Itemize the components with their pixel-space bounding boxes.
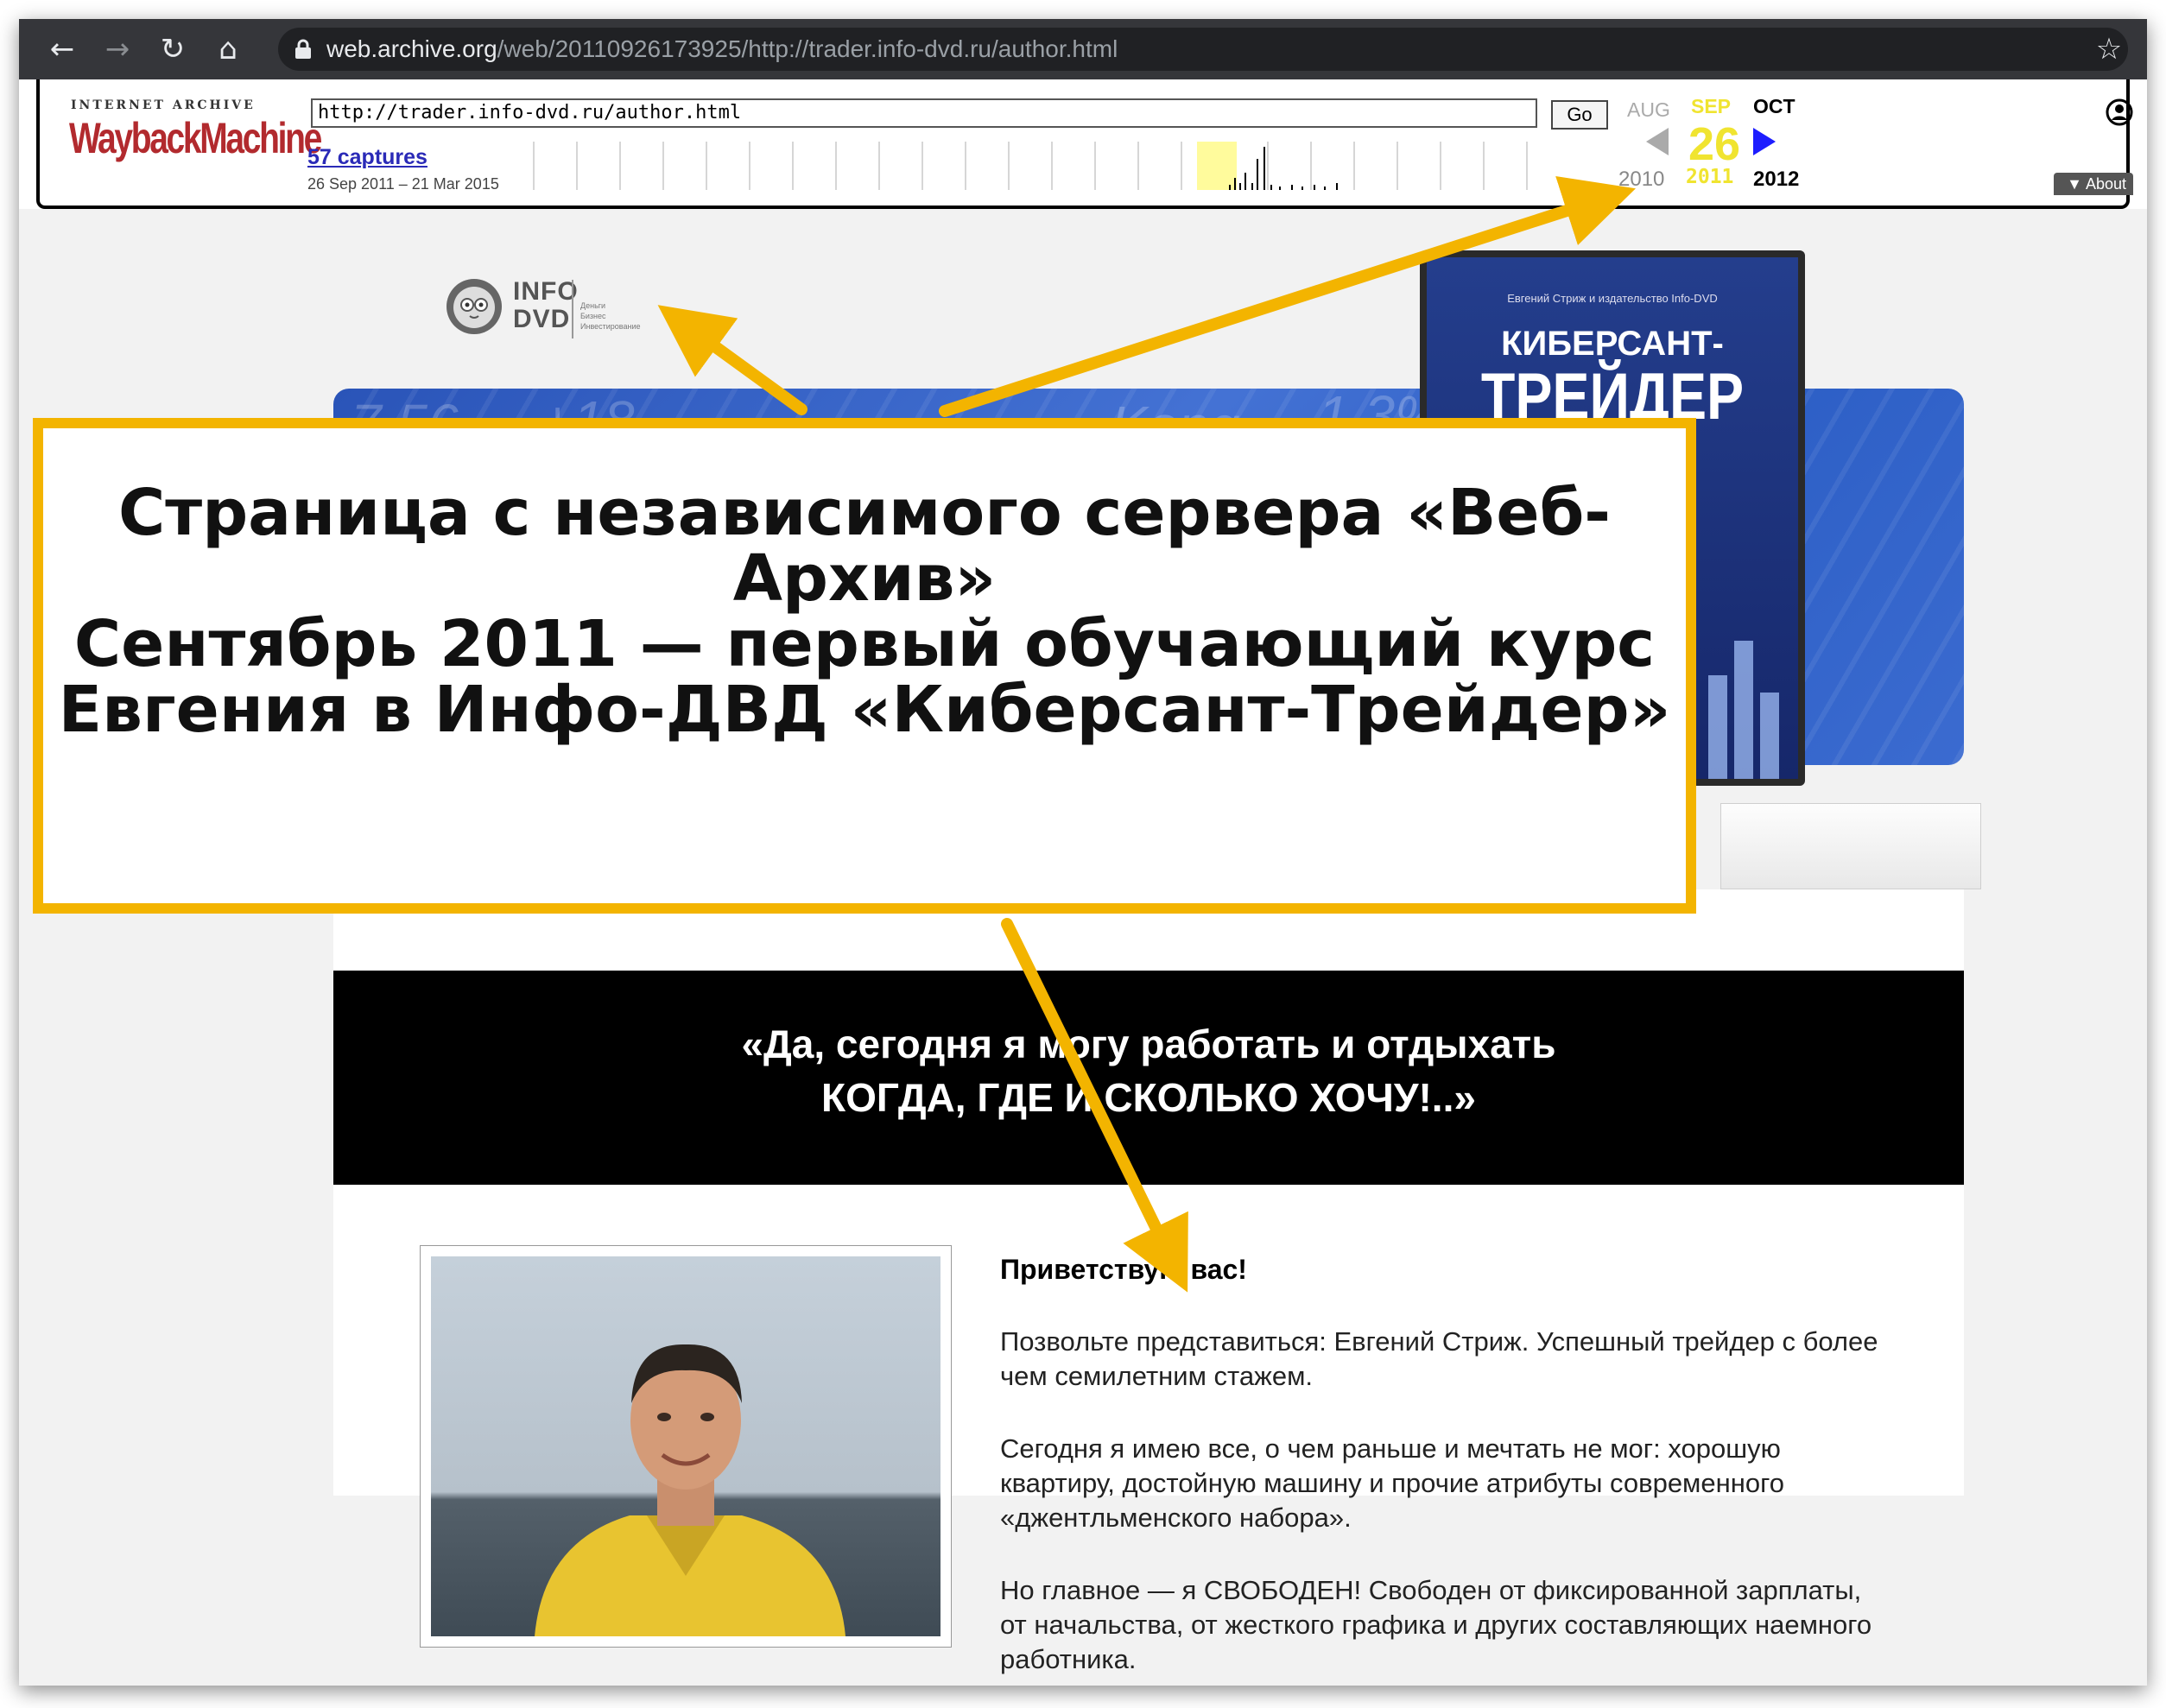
month-current: SEP [1691, 95, 1732, 117]
intro-paragraph: Позвольте представиться: Евгений Стриж. … [1000, 1326, 1878, 1391]
info-dvd-logo-icon [446, 279, 502, 334]
user-account-icon[interactable] [2106, 98, 2133, 126]
logo-tagline: Деньги Бизнес Инвестирование [580, 301, 641, 331]
year-next[interactable]: 2012 [1753, 168, 1799, 192]
quote-line-2: КОГДА, ГДЕ И СКОЛЬКО ХОЧУ!..» [821, 1075, 1476, 1120]
lock-icon [295, 39, 311, 59]
year-prev[interactable]: 2010 [1618, 168, 1664, 192]
product-box-subtitle: Евгений Стриж и издательство Info-DVD [1507, 292, 1718, 305]
wayback-url-input[interactable]: http://trader.info-dvd.ru/author.html [311, 98, 1537, 128]
wayback-logo[interactable]: WaybackMachine [69, 112, 322, 164]
month-prev[interactable]: AUG [1627, 98, 1670, 122]
home-icon[interactable]: ⌂ [209, 30, 247, 68]
internet-archive-label: INTERNET ARCHIVE [71, 98, 256, 112]
forward-arrow-icon[interactable]: → [98, 30, 136, 68]
go-button[interactable]: Go [1551, 100, 1608, 130]
back-arrow-icon[interactable]: ← [43, 30, 81, 68]
browser-toolbar: ← → ↻ ⌂ web.archive.org/web/201109261739… [19, 19, 2147, 79]
box-chart-bar [1760, 693, 1779, 779]
menu-bar [1720, 803, 1981, 889]
reload-icon[interactable]: ↻ [154, 30, 192, 68]
achievements-paragraph: Сегодня я имею все, о чем раньше и мечта… [1000, 1433, 1784, 1533]
address-url[interactable]: web.archive.org/web/20110926173925/http:… [326, 33, 1118, 66]
quote-line-1: «Да, сегодня я могу работать и отдыхать [741, 1022, 1556, 1066]
box-chart-bar [1734, 641, 1753, 779]
portrait-illustration [535, 1344, 846, 1636]
logo-divider [572, 280, 573, 338]
capture-day: 26 [1688, 118, 1741, 170]
freedom-paragraph: Но главное — я СВОБОДЕН! Свободен от фик… [1000, 1575, 1872, 1674]
greeting-heading: Приветствую вас! [1000, 1254, 1247, 1285]
next-capture-arrow-icon[interactable] [1753, 128, 1776, 155]
star-icon[interactable]: ☆ [2090, 30, 2128, 68]
author-photo [420, 1245, 952, 1648]
info-dvd-logo-text[interactable]: INFO DVD [513, 278, 579, 333]
year-current: 2011 [1686, 166, 1734, 188]
month-next[interactable]: OCT [1753, 95, 1796, 118]
annotation-line-2: Сентябрь 2011 — первый обучающий курс Ев… [58, 607, 1671, 747]
annotation-box: Страница с независимого сервера «Веб-Арх… [33, 418, 1696, 914]
author-photo-image [431, 1256, 940, 1636]
annotation-line-1: Страница с независимого сервера «Веб-Арх… [118, 476, 1611, 616]
about-tab[interactable]: ▼ About [2054, 173, 2133, 195]
product-box-title-1: КИБЕРСАНТ- [1501, 325, 1724, 363]
box-chart-bar [1708, 675, 1727, 779]
capture-range: 26 Sep 2011 – 21 Mar 2015 [307, 175, 499, 193]
captures-link[interactable]: 57 captures [307, 145, 428, 170]
prev-capture-arrow-icon[interactable] [1646, 128, 1669, 155]
capture-sparkline[interactable] [532, 142, 1577, 190]
